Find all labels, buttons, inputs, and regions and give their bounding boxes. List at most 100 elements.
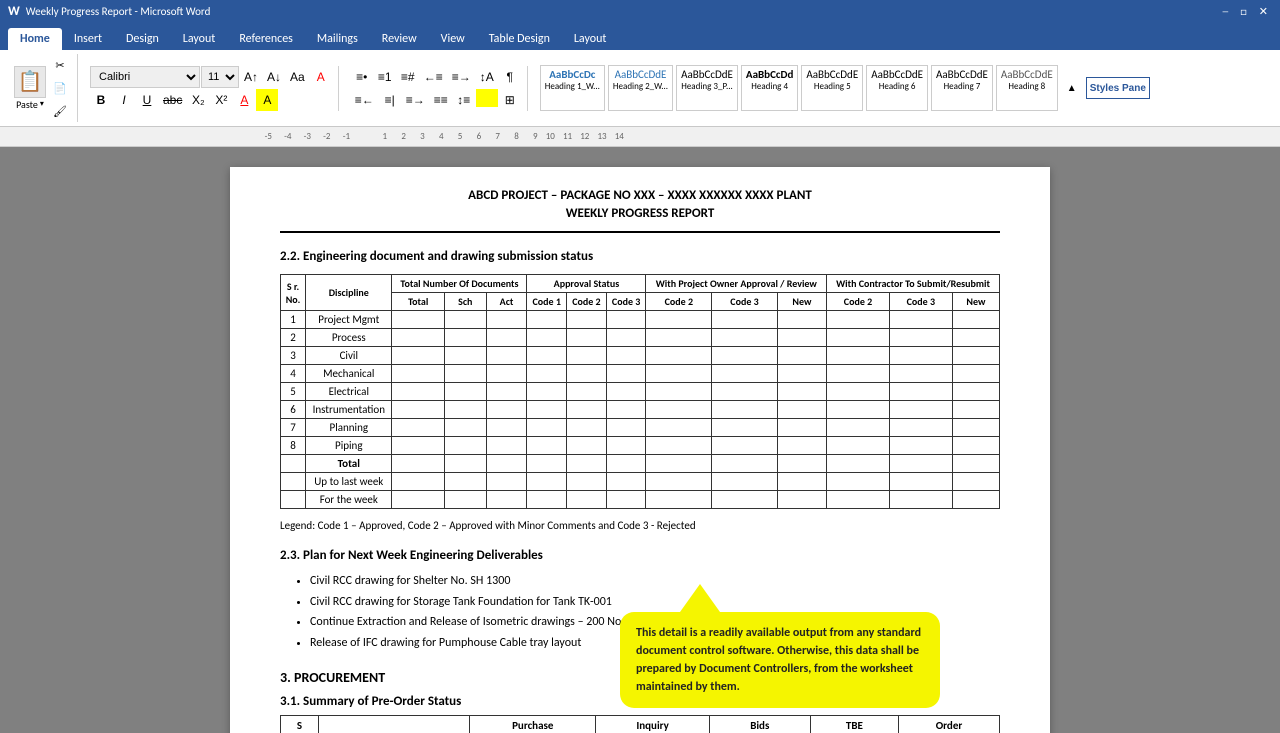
word-logo: W — [8, 4, 20, 19]
paste-label[interactable]: Paste — [16, 98, 38, 111]
style-heading2[interactable]: AaBbCcDdE Heading 2_W... — [608, 65, 673, 111]
style-heading3[interactable]: AaBbCcDdE Heading 3_P... — [676, 65, 738, 111]
tab-table-design[interactable]: Table Design — [477, 28, 562, 50]
align-center-button[interactable]: ≡| — [379, 89, 401, 111]
show-hide-button[interactable]: ¶ — [499, 66, 521, 88]
bold-button[interactable]: B — [90, 89, 112, 111]
font-color-button[interactable]: A — [233, 89, 255, 111]
highlight-button[interactable]: A — [256, 89, 278, 111]
col-tbe: TBE — [810, 715, 898, 733]
col-discipline: Discipline — [306, 275, 392, 311]
section-2-2-heading: 2.2. Engineering document and drawing su… — [280, 249, 1000, 264]
procurement-header-row: S Purchase Inquiry Bids TBE Order — [281, 715, 1000, 733]
increase-font-button[interactable]: A↑ — [240, 66, 262, 88]
styles-scroll-up[interactable]: ▲ — [1061, 77, 1083, 99]
engineering-table: S r.No. Discipline Total Number Of Docum… — [280, 274, 1000, 509]
style-h7-preview: AaBbCcDdE — [936, 68, 988, 81]
style-heading1[interactable]: AaBbCcDc Heading 1_W... — [540, 65, 605, 111]
tab-mailings[interactable]: Mailings — [305, 28, 370, 50]
close-button[interactable]: ✕ — [1255, 5, 1272, 18]
tab-design[interactable]: Design — [114, 28, 171, 50]
tab-view[interactable]: View — [429, 28, 477, 50]
paste-dropdown-icon[interactable]: ▾ — [40, 99, 44, 109]
subscript-button[interactable]: X₂ — [187, 89, 209, 111]
title-divider — [280, 231, 1000, 233]
align-left-button[interactable]: ≡← — [351, 89, 378, 111]
format-painter-button[interactable]: 🖌 — [49, 100, 71, 122]
col-owner-review: With Project Owner Approval / Review — [646, 275, 827, 293]
multilevel-button[interactable]: ≡# — [397, 66, 419, 88]
col-code1: Code 1 — [527, 293, 567, 311]
font-group: Calibri 11 A↑ A↓ Aa A B I U abc X₂ X² A … — [84, 66, 339, 111]
col-approval: Approval Status — [527, 275, 646, 293]
table-row-total: Total — [281, 455, 1000, 473]
cut-button[interactable]: ✂ — [49, 54, 71, 76]
borders-button[interactable]: ⊞ — [499, 89, 521, 111]
legend-text: Legend: Code 1 – Approved, Code 2 – Appr… — [280, 519, 1000, 532]
cell-mechanical: Mechanical — [306, 365, 392, 383]
col-purchase: Purchase — [470, 715, 596, 733]
style-heading4[interactable]: AaBbCcDd Heading 4 — [741, 65, 798, 111]
font-family-select[interactable]: Calibri — [90, 66, 200, 88]
ruler-marks: -5 -4 -3 -2 -1 1 2 3 4 5 6 7 8 9 10 11 1… — [230, 131, 624, 142]
copy-button[interactable]: 📄 — [49, 77, 71, 99]
style-heading5[interactable]: AaBbCcDdE Heading 5 — [801, 65, 863, 111]
callout-box: This detail is a readily available outpu… — [620, 612, 940, 708]
decrease-indent-button[interactable]: ←≡ — [420, 66, 447, 88]
numbering-button[interactable]: ≡1 — [374, 66, 396, 88]
tab-home[interactable]: Home — [8, 28, 62, 50]
superscript-button[interactable]: X² — [210, 89, 232, 111]
line-spacing-button[interactable]: ↕≡ — [453, 89, 475, 111]
bullets-button[interactable]: ≡• — [351, 66, 373, 88]
procurement-table: S Purchase Inquiry Bids TBE Order — [280, 715, 1000, 733]
col-srno: S r.No. — [281, 275, 306, 311]
col-code3a: Code 3 — [606, 293, 646, 311]
underline-button[interactable]: U — [136, 89, 158, 111]
table-header-row1: S r.No. Discipline Total Number Of Docum… — [281, 275, 1000, 293]
paragraph-group: ≡• ≡1 ≡# ←≡ ≡→ ↕A ¶ ≡← ≡| ≡→ ≡≡ ↕≡ ⊞ — [345, 66, 528, 111]
col-code2c: Code 2 — [827, 293, 890, 311]
title-bar-title: Weekly Progress Report - Microsoft Word — [26, 5, 211, 18]
col-order: Order — [899, 715, 1000, 733]
document-page: ABCD PROJECT – PACKAGE NO XXX – XXXX XXX… — [230, 167, 1050, 733]
tab-insert[interactable]: Insert — [62, 28, 114, 50]
sort-button[interactable]: ↕A — [476, 66, 498, 88]
tab-table-layout[interactable]: Layout — [562, 28, 619, 50]
col-s: S — [281, 715, 319, 733]
tab-references[interactable]: References — [227, 28, 305, 50]
styles-more-button[interactable]: Styles Pane — [1086, 77, 1150, 99]
tab-layout[interactable]: Layout — [171, 28, 228, 50]
title-bar-controls[interactable]: ─ □ ✕ — [1219, 5, 1272, 18]
style-h3-label: Heading 3_P... — [681, 81, 733, 92]
col-code3c: Code 3 — [889, 293, 952, 311]
callout-text: This detail is a readily available outpu… — [636, 626, 921, 694]
increase-indent-button[interactable]: ≡→ — [448, 66, 475, 88]
table-row: 2 Process — [281, 329, 1000, 347]
font-size-select[interactable]: 11 — [201, 66, 239, 88]
style-heading7[interactable]: AaBbCcDdE Heading 7 — [931, 65, 993, 111]
table-row: 4 Mechanical — [281, 365, 1000, 383]
table-row: 1 Project Mgmt — [281, 311, 1000, 329]
italic-button[interactable]: I — [113, 89, 135, 111]
style-heading8[interactable]: AaBbCcDdE Heading 8 — [996, 65, 1058, 111]
shading-button[interactable] — [476, 89, 498, 107]
clear-format-button[interactable]: A — [310, 66, 332, 88]
minimize-button[interactable]: ─ — [1219, 5, 1233, 18]
tab-review[interactable]: Review — [370, 28, 429, 50]
decrease-font-button[interactable]: A↓ — [263, 66, 285, 88]
table-row: 3 Civil — [281, 347, 1000, 365]
table-row: 8 Piping — [281, 437, 1000, 455]
strikethrough-button[interactable]: abc — [159, 89, 186, 111]
col-contractor: With Contractor To Submit/Resubmit — [827, 275, 1000, 293]
change-case-button[interactable]: Aa — [286, 66, 309, 88]
maximize-button[interactable]: □ — [1236, 5, 1251, 18]
align-right-button[interactable]: ≡→ — [402, 89, 429, 111]
style-h5-preview: AaBbCcDdE — [806, 68, 858, 81]
cell-no: 1 — [281, 311, 306, 329]
justify-button[interactable]: ≡≡ — [430, 89, 452, 111]
col-act: Act — [486, 293, 527, 311]
clipboard-group: 📋 Paste ▾ ✂ 📄 🖌 — [8, 54, 78, 122]
style-heading6[interactable]: AaBbCcDdE Heading 6 — [866, 65, 928, 111]
cell-discipline: Project Mgmt — [306, 311, 392, 329]
style-h7-label: Heading 7 — [944, 81, 981, 92]
